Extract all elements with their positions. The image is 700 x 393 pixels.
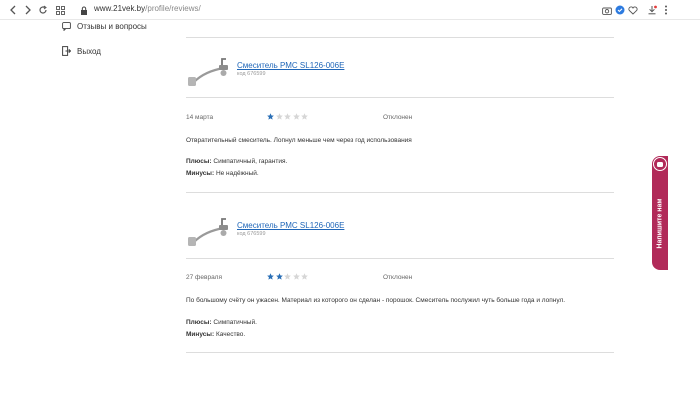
logout-icon: [62, 46, 71, 56]
browser-toolbar: www.21vek.by/profile/reviews/: [0, 0, 700, 20]
product-image[interactable]: [186, 212, 232, 252]
pros-label: Плюсы:: [186, 319, 212, 326]
heart-icon[interactable]: [626, 3, 640, 17]
product-link[interactable]: Смеситель РМС SL126-006E: [237, 221, 344, 230]
review-text: Отвратительный смеситель. Лопнул меньше …: [186, 137, 412, 144]
url-path: /profile/reviews/: [145, 4, 201, 13]
reload-icon[interactable]: [36, 3, 50, 17]
divider: [186, 37, 614, 38]
sidebar-item-label: Отзывы и вопросы: [77, 22, 147, 31]
review-meta: 27 февраля Отклонен: [186, 273, 614, 284]
review-pros: Плюсы: Симпатичный.: [186, 319, 257, 326]
pros-text: Симпатичный.: [213, 319, 257, 326]
star-empty-icon: [301, 273, 308, 280]
download-icon[interactable]: [645, 3, 659, 17]
review-cons: Минусы: Не надёжный.: [186, 170, 259, 177]
product-code: код 676599: [237, 231, 266, 237]
shield-check-icon[interactable]: [613, 3, 627, 17]
product-image[interactable]: [186, 52, 232, 92]
cons-text: Качество.: [215, 331, 246, 338]
star-empty-icon: [301, 113, 308, 120]
review-text: По большому счёту он ужасен. Материал из…: [186, 297, 566, 304]
divider: [186, 258, 614, 259]
address-bar[interactable]: www.21vek.by/profile/reviews/: [94, 4, 201, 13]
divider: [186, 192, 614, 193]
status-badge: Отклонен: [383, 274, 413, 281]
product-link[interactable]: Смеситель РМС SL126-006E: [237, 61, 344, 70]
review-product[interactable]: Смеситель РМС SL126-006E код 676599: [186, 52, 614, 112]
chat-question-icon: [62, 22, 71, 31]
product-code: код 676599: [237, 71, 266, 77]
review-date: 14 марта: [186, 114, 214, 121]
star-empty-icon: [284, 273, 291, 280]
star-filled-icon: [267, 273, 274, 280]
menu-dots-icon[interactable]: [659, 3, 673, 17]
sidebar-item-label: Выход: [77, 46, 101, 56]
sidebar-item-logout[interactable]: Выход: [62, 46, 101, 56]
back-icon[interactable]: [6, 3, 20, 17]
lock-icon: [77, 3, 91, 17]
star-empty-icon: [292, 273, 300, 280]
sidebar-item-reviews[interactable]: Отзывы и вопросы: [62, 22, 147, 31]
star-filled-icon: [275, 273, 283, 280]
rating-stars: [267, 113, 308, 120]
cons-label: Минусы:: [186, 331, 215, 338]
cons-label: Минусы:: [186, 170, 215, 177]
review-pros: Плюсы: Симпатичный, гарантия.: [186, 158, 287, 165]
review-meta: 14 марта Отклонен: [186, 113, 614, 124]
chat-bubble-icon: [653, 157, 667, 171]
review-date: 27 февраля: [186, 274, 222, 281]
review-product[interactable]: Смеситель РМС SL126-006E код 676599: [186, 212, 614, 272]
rating-stars: [267, 273, 308, 280]
url-host: www.21vek.by: [94, 4, 146, 13]
star-empty-icon: [275, 113, 283, 120]
star-filled-icon: [267, 113, 274, 120]
star-empty-icon: [284, 113, 291, 120]
review-cons: Минусы: Качество.: [186, 331, 245, 338]
write-to-us-label-wrap: Напишите нам: [652, 180, 668, 266]
divider: [186, 352, 614, 353]
write-to-us-label: Напишите нам: [656, 197, 664, 249]
cons-text: Не надёжный.: [215, 170, 259, 177]
forward-icon[interactable]: [21, 3, 35, 17]
apps-grid-icon[interactable]: [53, 3, 67, 17]
pros-text: Симпатичный, гарантия.: [213, 158, 288, 165]
camera-icon[interactable]: [600, 3, 614, 17]
divider: [186, 97, 614, 98]
pros-label: Плюсы:: [186, 158, 212, 165]
star-empty-icon: [292, 113, 300, 120]
write-to-us-tab[interactable]: Напишите нам: [652, 156, 668, 270]
status-badge: Отклонен: [383, 114, 413, 121]
